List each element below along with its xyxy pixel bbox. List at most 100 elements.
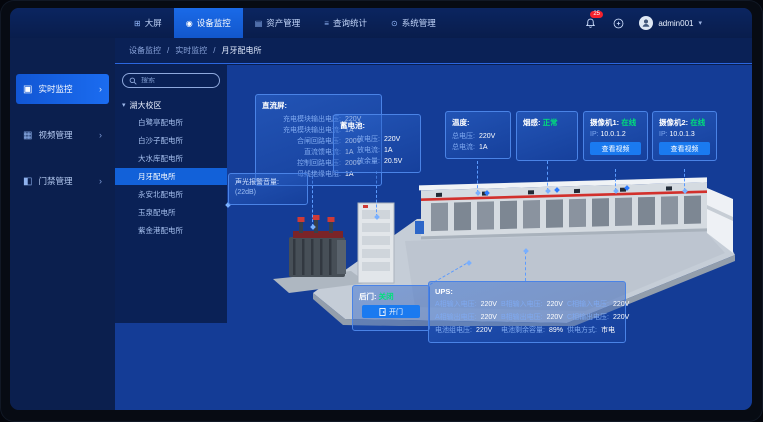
nav-item-query[interactable]: ≡ 查询统计 <box>312 8 379 38</box>
fullscreen-button[interactable] <box>611 16 625 30</box>
tree-item-station-selected[interactable]: 月牙配电所 <box>115 168 227 185</box>
monitor-canvas: ▾ 湖大校区 白鹭亭配电所 白沙子配电所 大水库配电所 月牙配电所 永安北配电所… <box>115 65 752 410</box>
tree-item-station[interactable]: 白沙子配电所 <box>115 132 227 149</box>
metric-label: 放电压: <box>340 134 380 145</box>
notification-badge: 25 <box>590 11 603 18</box>
breadcrumb-current: 月牙配电所 <box>221 45 261 56</box>
metric-label: 充电模块输出电压: <box>262 114 341 125</box>
ip-label: IP: <box>590 131 599 138</box>
door-open-icon <box>379 308 386 316</box>
breadcrumb-item[interactable]: 实时监控 <box>175 45 207 56</box>
ip-label: IP: <box>659 131 668 138</box>
metric-label: A相输出电压: <box>435 312 477 323</box>
smoke-label: 烟感: <box>523 118 541 127</box>
panel-title: 直流屏: <box>262 100 375 111</box>
breadcrumb-separator: / <box>213 46 215 55</box>
nav-label: 系统管理 <box>402 17 436 29</box>
alarm-volume-panel: 声光报警音量: (22dB) <box>228 173 308 205</box>
metric-label: 放余量: <box>340 156 380 167</box>
big-screen-icon: ⊞ <box>134 19 141 28</box>
metric-label: B相输出电压: <box>501 312 543 323</box>
connector-line <box>525 251 526 281</box>
tree-item-station[interactable]: 玉泉配电所 <box>115 204 227 221</box>
temperature-panel: 温度: 总电压:220V 总电流:1A <box>445 111 511 159</box>
chevron-right-icon: › <box>99 176 102 186</box>
metric-value: 220V <box>547 312 565 323</box>
metric-value: 220V <box>479 131 504 142</box>
notification-bell-button[interactable]: 25 <box>583 16 597 30</box>
metric-value: 1A <box>479 142 504 153</box>
battery-panel: 蓄电池: 放电压:220V 放电流:1A 放余量:20.5V <box>333 114 421 173</box>
metric-value: 220V <box>384 134 414 145</box>
tree-item-station[interactable]: 白鹭亭配电所 <box>115 114 227 131</box>
nav-label: 设备监控 <box>197 17 231 29</box>
sidebar-item-video[interactable]: ▦ 视频管理 › <box>16 120 109 150</box>
metric-label: 供电方式: <box>567 325 597 336</box>
metric-label: 直流馈电流: <box>262 147 341 158</box>
smoke-sensor-panel: 烟感: 正常 <box>516 111 578 161</box>
username: admin001 <box>658 19 693 28</box>
metric-label: B相输入电压: <box>501 299 543 310</box>
ip-value: 10.0.1.3 <box>670 131 695 138</box>
open-door-button[interactable]: 开门 <box>362 305 420 318</box>
metric-value: 220V <box>481 299 499 310</box>
avatar <box>639 16 653 30</box>
sidebar-item-label: 实时监控 <box>38 83 72 95</box>
metric-value: 市电 <box>601 325 625 336</box>
view-video-button[interactable]: 查看视频 <box>590 142 641 155</box>
station-tree: ▾ 湖大校区 白鹭亭配电所 白沙子配电所 大水库配电所 月牙配电所 永安北配电所… <box>122 97 220 239</box>
ups-grid: A相输入电压:220V B相输入电压:220V C相输入电压:220V A相输出… <box>435 299 619 336</box>
camera2-panel: 摄像机2: 在线 IP: 10.0.1.3 查看视频 <box>652 111 717 161</box>
metric-value: 220V <box>476 325 499 336</box>
app-window: ⊞ 大屏 ◉ 设备监控 ▤ 资产管理 ≡ 查询统计 ⊙ 系统管理 <box>10 8 752 410</box>
connector-line <box>477 161 478 193</box>
alarm-value: (22dB) <box>235 188 301 198</box>
tree-group-campus[interactable]: ▾ 湖大校区 <box>122 97 220 113</box>
tree-item-station[interactable]: 紫金港配电所 <box>115 222 227 239</box>
nav-item-dashboard[interactable]: ⊞ 大屏 <box>122 8 174 38</box>
nav-item-device-monitor[interactable]: ◉ 设备监控 <box>174 8 243 38</box>
metric-label: 放电流: <box>340 145 380 156</box>
metric-label: A相输入电压: <box>435 299 477 310</box>
sidebar-item-access[interactable]: ◧ 门禁管理 › <box>16 166 109 196</box>
ip-value: 10.0.1.2 <box>601 131 626 138</box>
view-video-button[interactable]: 查看视频 <box>659 142 710 155</box>
metric-label: C相输入电压: <box>567 299 609 310</box>
metric-label: 电池剩余容量: <box>501 325 545 336</box>
metric-label: 充电模块输出电流: <box>262 125 341 136</box>
sidebar-item-label: 门禁管理 <box>38 175 72 187</box>
tree-search[interactable] <box>122 73 220 88</box>
metric-value: 220V <box>547 299 565 310</box>
top-bar: ⊞ 大屏 ◉ 设备监控 ▤ 资产管理 ≡ 查询统计 ⊙ 系统管理 <box>10 8 752 38</box>
tree-group-label: 湖大校区 <box>130 100 162 111</box>
breadcrumb: 设备监控 / 实时监控 / 月牙配电所 <box>115 38 752 64</box>
nav-item-assets[interactable]: ▤ 资产管理 <box>243 8 313 38</box>
camera1-panel: 摄像机1: 在线 IP: 10.0.1.2 查看视频 <box>583 111 648 161</box>
metric-label: 总电压: <box>452 131 475 142</box>
panel-title: 烟感: 正常 <box>523 117 571 128</box>
tree-item-station[interactable]: 永安北配电所 <box>115 186 227 203</box>
status-badge: 在线 <box>621 118 636 127</box>
panel-title: 蓄电池: <box>340 120 414 131</box>
tree-search-input[interactable] <box>141 77 213 84</box>
asset-icon: ▤ <box>255 19 263 28</box>
camera-ip: IP: 10.0.1.3 <box>659 131 710 138</box>
fullscreen-icon <box>613 18 624 29</box>
breadcrumb-item[interactable]: 设备监控 <box>129 45 161 56</box>
main-nav: ⊞ 大屏 ◉ 设备监控 ▤ 资产管理 ≡ 查询统计 ⊙ 系统管理 <box>122 8 448 38</box>
nav-label: 大屏 <box>145 17 162 29</box>
camera-label: 摄像机1: <box>590 118 619 127</box>
connector-line <box>615 169 616 191</box>
device-frame: ⊞ 大屏 ◉ 设备监控 ▤ 资产管理 ≡ 查询统计 ⊙ 系统管理 <box>0 0 763 422</box>
alarm-label: 声光报警音量: <box>235 178 301 188</box>
nav-item-system[interactable]: ⊙ 系统管理 <box>379 8 448 38</box>
user-menu[interactable]: admin001 ▾ <box>639 16 702 30</box>
connector-line <box>684 169 685 191</box>
camera-ip: IP: 10.0.1.2 <box>590 131 641 138</box>
tree-item-station[interactable]: 大水库配电所 <box>115 150 227 167</box>
ups-panel: UPS: A相输入电压:220V B相输入电压:220V C相输入电压:220V… <box>428 281 626 343</box>
chevron-right-icon: › <box>99 130 102 140</box>
sidebar-item-realtime[interactable]: ▣ 实时监控 › <box>16 74 109 104</box>
metric-label: C相输出电压: <box>567 312 609 323</box>
door-status: 关闭 <box>379 292 394 301</box>
